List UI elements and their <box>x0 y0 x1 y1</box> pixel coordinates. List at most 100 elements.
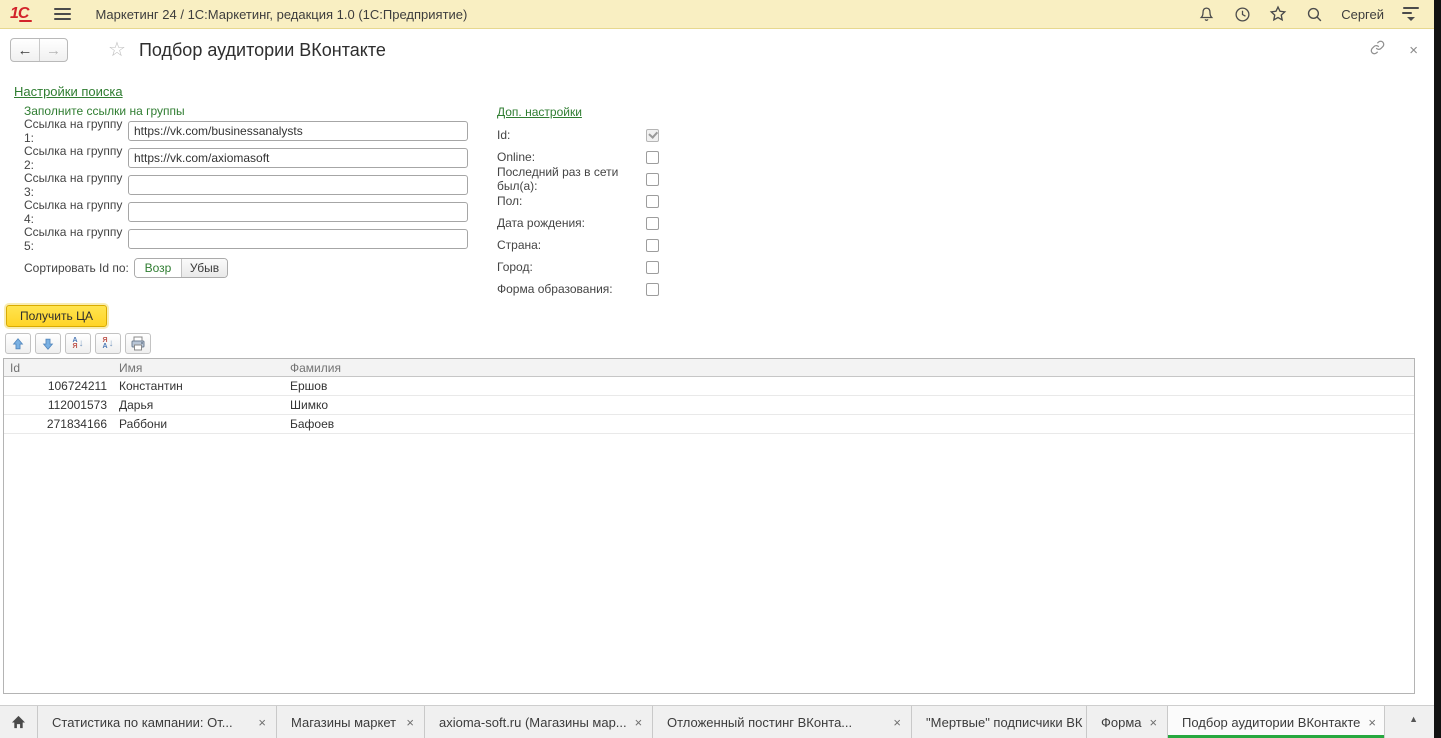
move-down-button[interactable] <box>35 333 61 354</box>
collapse-tabbar-icon[interactable]: ▲ <box>1409 714 1418 724</box>
tab-label: axioma-soft.ru (Магазины мар... <box>439 715 627 730</box>
check-row-country: Страна: <box>497 234 659 256</box>
tab-close-icon[interactable]: × <box>258 715 266 730</box>
notifications-bell-icon[interactable] <box>1197 5 1215 23</box>
city-checkbox[interactable] <box>646 261 659 274</box>
sort-toggle-group: Возр Убыв <box>134 258 228 278</box>
checkbox-label: Online: <box>497 150 646 164</box>
tab-close-icon[interactable]: × <box>635 715 643 730</box>
tab-market-shops[interactable]: Магазины маркет × <box>277 706 425 738</box>
group-link-2-input[interactable] <box>128 148 468 168</box>
cell-id: 112001573 <box>4 396 113 414</box>
move-up-button[interactable] <box>5 333 31 354</box>
tab-delayed-posting[interactable]: Отложенный постинг ВКонта... × <box>653 706 912 738</box>
online-checkbox[interactable] <box>646 151 659 164</box>
check-row-last-seen: Последний раз в сети был(а): <box>497 168 659 190</box>
search-icon[interactable] <box>1305 5 1323 23</box>
tab-form[interactable]: Форма × <box>1087 706 1168 738</box>
title-bar: 1С Маркетинг 24 / 1С:Маркетинг, редакция… <box>0 0 1434 29</box>
sort-row: Сортировать Id по: Возр Убыв <box>24 258 228 278</box>
tab-label: Форма <box>1101 715 1142 730</box>
open-windows-tabbar: Статистика по кампании: От... × Магазины… <box>0 705 1434 738</box>
checkbox-label: Id: <box>497 128 646 142</box>
check-row-id: Id: <box>497 124 659 146</box>
check-row-sex: Пол: <box>497 190 659 212</box>
tab-label: Магазины маркет <box>291 715 396 730</box>
cell-surname: Шимко <box>284 396 1414 414</box>
sort-asc-button[interactable]: Возр <box>135 259 181 277</box>
sex-checkbox[interactable] <box>646 195 659 208</box>
group-link-4-input[interactable] <box>128 202 468 222</box>
country-checkbox[interactable] <box>646 239 659 252</box>
screen-edge-strip <box>1434 0 1441 738</box>
cell-name: Дарья <box>113 396 284 414</box>
check-row-education: Форма образования: <box>497 278 659 300</box>
group-link-1-input[interactable] <box>128 121 468 141</box>
table-row[interactable]: 106724211 Константин Ершов <box>4 377 1414 396</box>
group-link-row: Ссылка на группу 5: <box>24 229 468 249</box>
last-seen-checkbox[interactable] <box>646 173 659 186</box>
column-header-surname[interactable]: Фамилия <box>284 359 1414 376</box>
sort-ascending-icon[interactable]: АЯ ↓ <box>65 333 91 354</box>
sort-descending-icon[interactable]: ЯА ↓ <box>95 333 121 354</box>
add-favorite-star-icon[interactable]: ☆ <box>108 40 126 60</box>
table-row[interactable]: 271834166 Раббони Бафоев <box>4 415 1414 434</box>
table-toolbar: АЯ ↓ ЯА ↓ <box>5 333 151 354</box>
get-link-icon[interactable] <box>1370 40 1385 60</box>
group-links-block: Ссылка на группу 1: Ссылка на группу 2: … <box>24 121 468 256</box>
main-menu-icon[interactable] <box>54 8 71 20</box>
home-tab[interactable] <box>0 706 38 738</box>
birthdate-checkbox[interactable] <box>646 217 659 230</box>
column-header-id[interactable]: Id <box>4 359 113 376</box>
table-row[interactable]: 112001573 Дарья Шимко <box>4 396 1414 415</box>
tab-label: Подбор аудитории ВКонтакте <box>1182 715 1360 730</box>
checkbox-label: Пол: <box>497 194 646 208</box>
group-link-row: Ссылка на группу 2: <box>24 148 468 168</box>
search-settings-link[interactable]: Настройки поиска <box>14 84 123 99</box>
tab-vk-audience[interactable]: Подбор аудитории ВКонтакте × <box>1168 706 1385 738</box>
tab-label: Отложенный постинг ВКонта... <box>667 715 852 730</box>
print-icon[interactable] <box>125 333 151 354</box>
back-button[interactable]: ← <box>11 39 39 61</box>
close-form-icon[interactable]: × <box>1409 42 1418 59</box>
groups-caption: Заполните ссылки на группы <box>24 104 185 118</box>
service-menu-icon[interactable] <box>1402 7 1420 21</box>
checkbox-label: Страна: <box>497 238 646 252</box>
group-link-2-label: Ссылка на группу 2: <box>24 144 128 172</box>
id-checkbox[interactable] <box>646 129 659 142</box>
tab-close-icon[interactable]: × <box>406 715 414 730</box>
window-title: Маркетинг 24 / 1С:Маркетинг, редакция 1.… <box>95 7 467 22</box>
group-link-3-label: Ссылка на группу 3: <box>24 171 128 199</box>
group-link-5-label: Ссылка на группу 5: <box>24 225 128 253</box>
extra-settings-block: Id: Online: Последний раз в сети был(а):… <box>497 124 659 300</box>
page-title: Подбор аудитории ВКонтакте <box>139 40 386 61</box>
checkbox-label: Дата рождения: <box>497 216 646 230</box>
checkbox-label: Форма образования: <box>497 282 646 296</box>
history-icon[interactable] <box>1233 5 1251 23</box>
forward-button[interactable]: → <box>39 39 67 61</box>
check-row-city: Город: <box>497 256 659 278</box>
education-checkbox[interactable] <box>646 283 659 296</box>
checkbox-label: Город: <box>497 260 646 274</box>
form-header: ← → ☆ Подбор аудитории ВКонтакте × <box>0 30 1434 70</box>
tab-close-icon[interactable]: × <box>1150 715 1158 730</box>
group-link-3-input[interactable] <box>128 175 468 195</box>
extra-settings-link[interactable]: Доп. настройки <box>497 105 582 119</box>
column-header-name[interactable]: Имя <box>113 359 284 376</box>
get-audience-button[interactable]: Получить ЦА <box>6 305 107 327</box>
favorites-star-icon[interactable] <box>1269 5 1287 23</box>
tab-close-icon[interactable]: × <box>1368 715 1376 730</box>
tab-axioma-soft[interactable]: axioma-soft.ru (Магазины мар... × <box>425 706 653 738</box>
app-window: 1С Маркетинг 24 / 1С:Маркетинг, редакция… <box>0 0 1441 738</box>
cell-surname: Ершов <box>284 377 1414 395</box>
group-link-row: Ссылка на группу 4: <box>24 202 468 222</box>
tab-close-icon[interactable]: × <box>893 715 901 730</box>
group-link-row: Ссылка на группу 3: <box>24 175 468 195</box>
tab-dead-subscribers[interactable]: "Мертвые" подписчики ВК × <box>912 706 1087 738</box>
current-user[interactable]: Сергей <box>1341 7 1384 22</box>
group-link-1-label: Ссылка на группу 1: <box>24 117 128 145</box>
tab-campaign-stats[interactable]: Статистика по кампании: От... × <box>38 706 277 738</box>
table-header: Id Имя Фамилия <box>4 359 1414 377</box>
sort-desc-button[interactable]: Убыв <box>181 259 227 277</box>
group-link-5-input[interactable] <box>128 229 468 249</box>
